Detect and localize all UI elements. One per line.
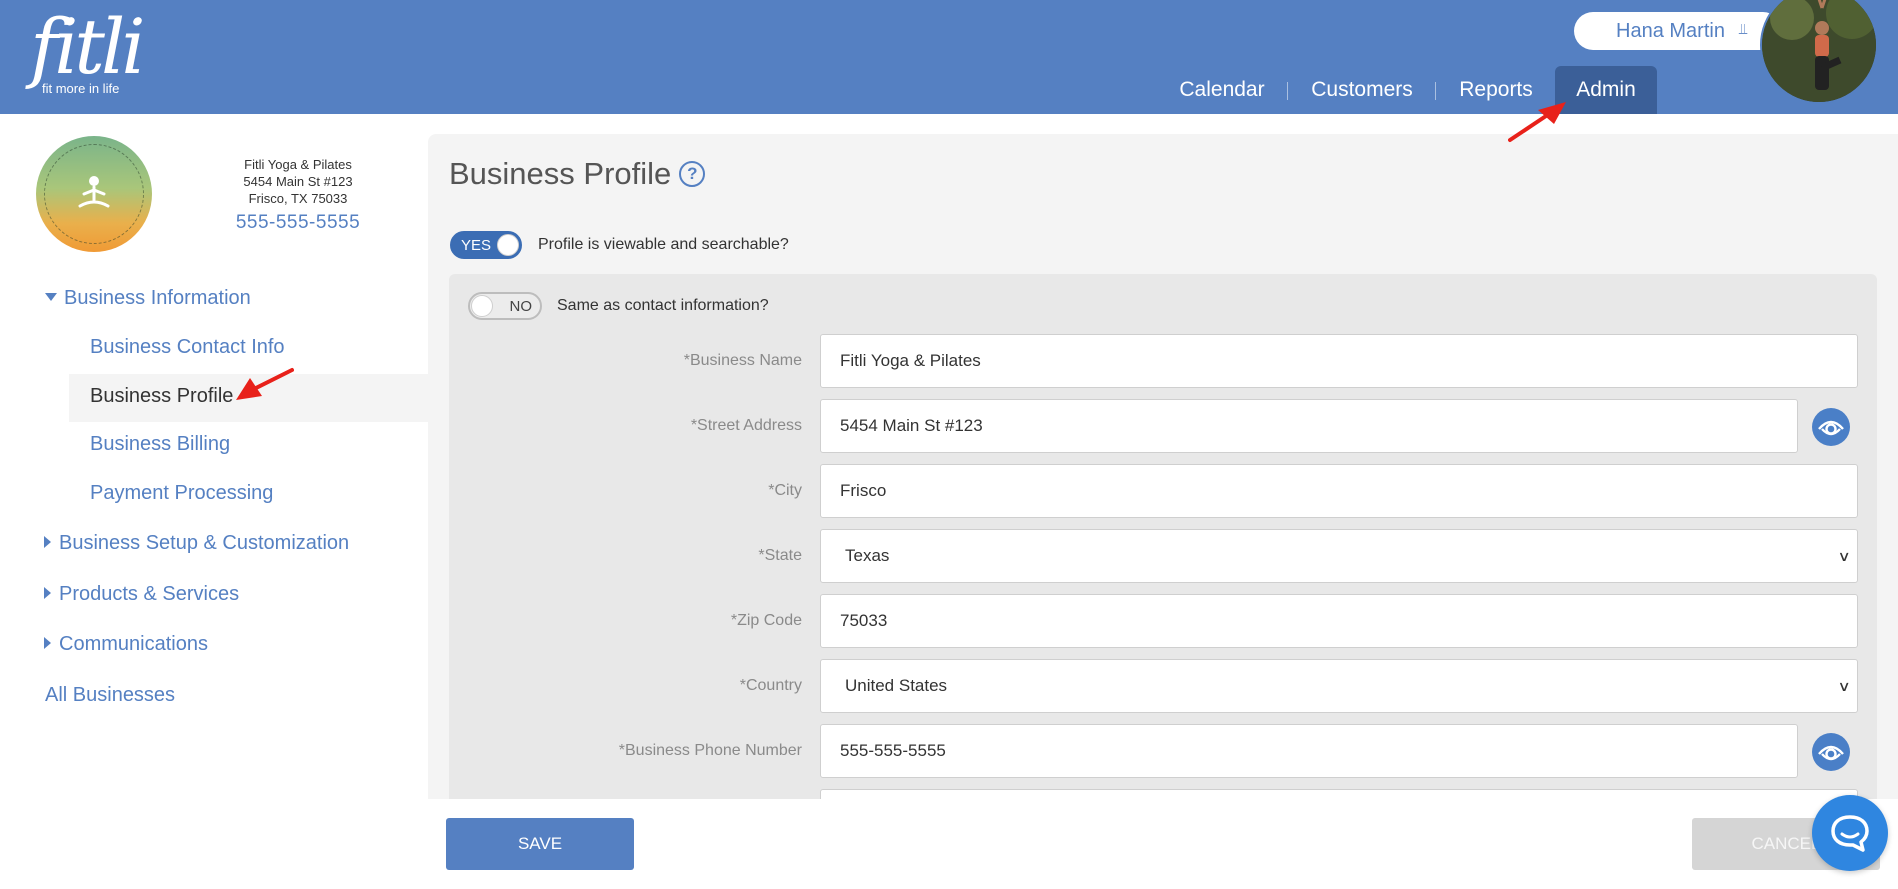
same-as-contact-toggle[interactable]: NO — [468, 292, 542, 320]
country-label: *Country — [739, 677, 802, 694]
page-title: Business Profile — [449, 156, 672, 191]
user-name: Hana Martin — [1616, 19, 1725, 42]
profile-viewable-toggle[interactable]: YES — [450, 231, 522, 259]
city-label: *City — [768, 482, 802, 499]
sidebar-item-business-contact-info[interactable]: Business Contact Info — [90, 336, 285, 359]
state-label: *State — [758, 547, 802, 564]
sidebar-item-payment-processing[interactable]: Payment Processing — [90, 482, 273, 505]
state-select-value: Texas — [845, 546, 890, 565]
toggle-knob — [471, 295, 493, 317]
business-address-line1: 5454 Main St #123 — [243, 174, 353, 189]
logo-tagline: fit more in life — [42, 81, 120, 96]
chat-icon — [1831, 815, 1869, 852]
zip-code-label: *Zip Code — [730, 612, 802, 629]
country-select-value: United States — [845, 676, 948, 695]
same-as-contact-label: Same as contact information? — [557, 297, 769, 314]
annotation-arrow-admin — [1508, 102, 1566, 142]
business-logo — [36, 136, 152, 252]
nav-separator — [1435, 82, 1436, 100]
caret-right-icon — [44, 587, 51, 599]
business-phone-input[interactable]: 555-555-5555 — [820, 724, 1798, 778]
sidebar-item-business-profile[interactable]: Business Profile — [90, 385, 233, 408]
street-address-label: *Street Address — [690, 417, 802, 434]
chevron-down-icon: ∨ — [1837, 547, 1851, 564]
annotation-arrow-business-profile — [236, 368, 294, 400]
sidebar-section-communications[interactable]: Communications — [44, 633, 208, 656]
sidebar-item-all-businesses[interactable]: All Businesses — [45, 684, 175, 707]
help-icon[interactable]: ? — [679, 161, 706, 187]
logo-wordmark: fitli — [30, 2, 146, 91]
country-select[interactable]: United States ∨ — [820, 659, 1858, 713]
save-button[interactable]: SAVE — [446, 818, 634, 870]
business-phone-label: *Business Phone Number — [618, 742, 802, 759]
nav-separator — [1287, 82, 1288, 100]
street-address-input[interactable]: 5454 Main St #123 — [820, 399, 1798, 453]
page-title-row: Business Profile ? — [449, 156, 706, 192]
business-name: Fitli Yoga & Pilates — [244, 157, 352, 172]
profile-viewable-label: Profile is viewable and searchable? — [538, 236, 789, 253]
business-phone[interactable]: 555-555-5555 — [198, 212, 398, 234]
business-address-block: Fitli Yoga & Pilates 5454 Main St #123 F… — [198, 156, 398, 207]
sidebar-item-business-billing[interactable]: Business Billing — [90, 433, 230, 456]
caret-right-icon — [44, 637, 51, 649]
fitli-logo[interactable]: fitli fit more in life — [18, 6, 146, 97]
chevron-down-double-icon: ⫫ — [1738, 20, 1748, 38]
action-footer — [428, 799, 1898, 889]
eye-icon[interactable] — [1812, 408, 1850, 446]
business-name-input[interactable]: Fitli Yoga & Pilates — [820, 334, 1858, 388]
user-menu-button[interactable]: Hana Martin ⫫ — [1574, 12, 1782, 50]
sidebar-section-business-information[interactable]: Business Information — [45, 287, 251, 310]
nav-customers[interactable]: Customers — [1304, 66, 1420, 114]
nav-calendar[interactable]: Calendar — [1170, 66, 1274, 114]
city-input[interactable]: Frisco — [820, 464, 1858, 518]
toggle-state-no: NO — [509, 297, 533, 315]
eye-icon[interactable] — [1812, 733, 1850, 771]
nav-admin[interactable]: Admin — [1555, 66, 1657, 114]
business-name-label: *Business Name — [683, 352, 802, 369]
caret-down-icon — [45, 293, 57, 301]
business-address-line2: Frisco, TX 75033 — [248, 191, 348, 206]
zip-code-input[interactable]: 75033 — [820, 594, 1858, 648]
user-avatar[interactable] — [1760, 0, 1878, 104]
toggle-knob — [497, 234, 519, 256]
chevron-down-icon: ∨ — [1837, 677, 1851, 694]
caret-right-icon — [44, 536, 51, 548]
toggle-state-yes: YES — [461, 236, 492, 254]
sidebar-section-products-services[interactable]: Products & Services — [44, 583, 239, 606]
sidebar-section-business-setup[interactable]: Business Setup & Customization — [44, 532, 349, 555]
chat-support-button[interactable] — [1812, 795, 1888, 871]
state-select[interactable]: Texas ∨ — [820, 529, 1858, 583]
